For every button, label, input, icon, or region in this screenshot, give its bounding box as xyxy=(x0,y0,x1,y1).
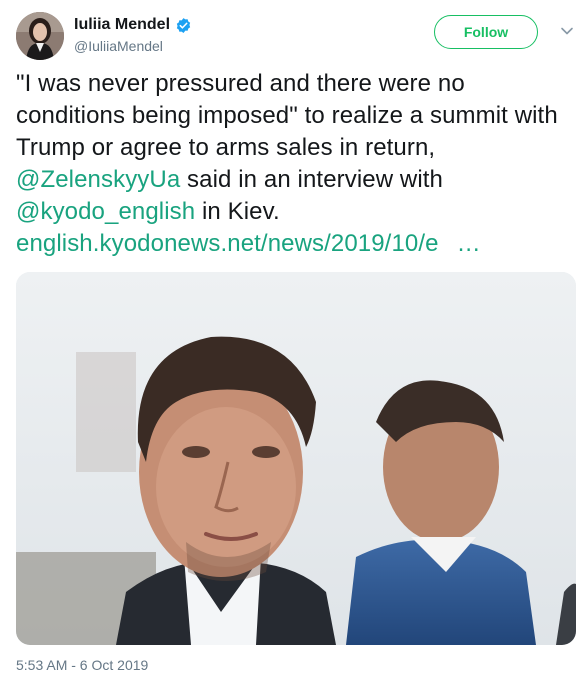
tweet-header: Iuliia Mendel @IuliiaMendel Follow xyxy=(16,12,576,60)
user-handle[interactable]: @IuliiaMendel xyxy=(74,38,192,54)
tweet-card: Iuliia Mendel @IuliiaMendel Follow "I wa… xyxy=(0,0,588,680)
avatar[interactable] xyxy=(16,12,64,60)
chevron-down-icon[interactable] xyxy=(560,24,574,38)
tweet-text-part: said in an interview with xyxy=(180,166,444,193)
verified-badge-icon xyxy=(175,17,192,34)
tweet-text-part: "I was never pressured and there were no… xyxy=(16,70,558,161)
tweet-text-part: in Kiev. xyxy=(195,198,280,225)
tweet-photo[interactable] xyxy=(16,272,576,645)
mention-link-kyodo-english[interactable]: @kyodo_english xyxy=(16,198,195,225)
display-name-row: Iuliia Mendel xyxy=(74,15,192,35)
mention-link-zelenskyyua[interactable]: @ZelenskyyUa xyxy=(16,166,180,193)
url-link[interactable]: english.kyodonews.net/news/2019/10/e xyxy=(16,230,439,257)
tweet-text: "I was never pressured and there were no… xyxy=(16,68,572,260)
display-name[interactable]: Iuliia Mendel xyxy=(74,16,170,34)
tweet-timestamp[interactable]: 5:53 AM - 6 Oct 2019 xyxy=(16,657,148,673)
follow-button[interactable]: Follow xyxy=(434,15,538,49)
url-ellipsis[interactable]: … xyxy=(457,230,481,257)
user-info: Iuliia Mendel @IuliiaMendel xyxy=(74,15,192,54)
